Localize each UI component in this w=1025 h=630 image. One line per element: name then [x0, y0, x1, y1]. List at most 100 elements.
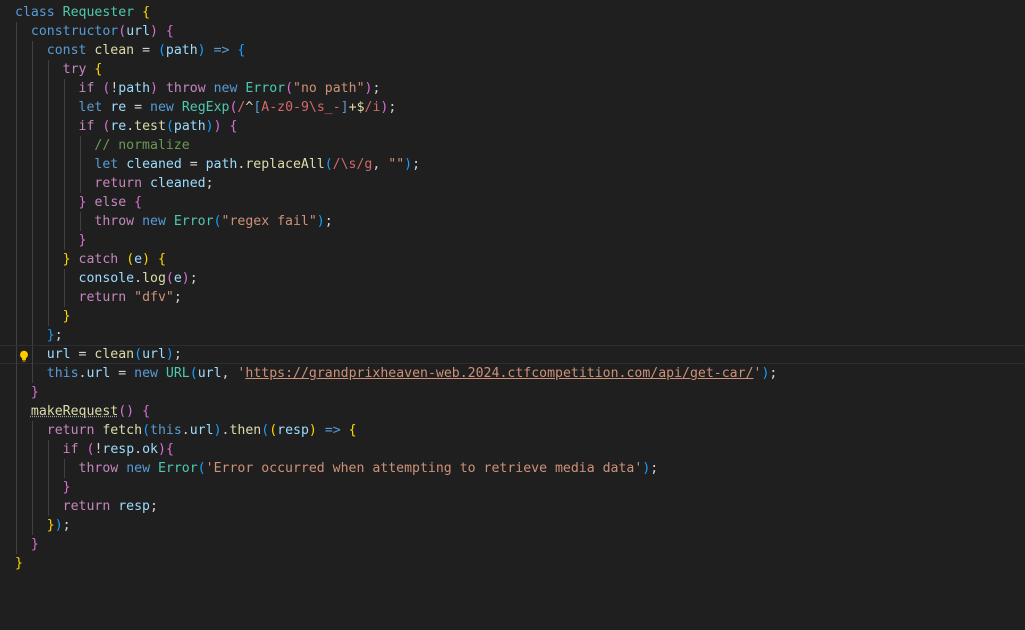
line-code: this.url = new URL(url, 'https://grandpr…	[15, 364, 778, 383]
line-code: if (!resp.ok){	[15, 440, 174, 459]
code-token: then	[229, 423, 262, 438]
line-code: }	[15, 383, 39, 402]
code-line[interactable]: return "dfv";	[0, 288, 1025, 307]
code-token: e	[134, 252, 143, 267]
line-code: throw new Error('Error occurred when att…	[15, 459, 659, 478]
code-line[interactable]: url = clean(url);	[0, 345, 1025, 365]
code-token: if	[78, 119, 95, 134]
code-token: =>	[213, 43, 230, 58]
lightbulb-icon[interactable]	[17, 349, 31, 363]
code-token: throw	[78, 461, 119, 476]
code-token: clean	[94, 43, 135, 58]
code-token: =	[134, 43, 158, 58]
code-token: URL	[165, 366, 190, 381]
code-line[interactable]: class Requester {	[0, 3, 1025, 22]
code-token: (	[324, 157, 333, 172]
code-line[interactable]: if (!resp.ok){	[0, 440, 1025, 459]
code-token: .	[134, 271, 143, 286]
code-line[interactable]: return resp;	[0, 497, 1025, 516]
code-line[interactable]: return fetch(this.url).then((resp) => {	[0, 421, 1025, 440]
code-token: (	[261, 423, 270, 438]
code-line[interactable]: if (re.test(path)) {	[0, 117, 1025, 136]
code-token: fetch	[102, 423, 143, 438]
code-line[interactable]: makeRequest() {	[0, 402, 1025, 421]
code-token: ""	[388, 157, 405, 172]
code-token: A-z0-9\s_-	[261, 100, 341, 115]
code-token: const	[46, 43, 87, 58]
line-code: let cleaned = path.replaceAll(/\s/g, "")…	[15, 155, 420, 174]
code-token: if	[78, 81, 95, 96]
code-token: try	[62, 62, 87, 77]
code-line[interactable]: }	[0, 383, 1025, 402]
code-line[interactable]: constructor(url) {	[0, 22, 1025, 41]
code-token: makeRequest	[30, 404, 119, 419]
code-token: }	[62, 480, 71, 495]
code-line[interactable]: let re = new RegExp(/^[A-z0-9\s_-]+$/i);	[0, 98, 1025, 117]
line-code: throw new Error("regex fail");	[15, 212, 332, 231]
code-line[interactable]: }	[0, 231, 1025, 250]
code-token: .	[181, 423, 190, 438]
code-token: path	[173, 119, 206, 134]
code-line[interactable]: };	[0, 326, 1025, 345]
code-token: throw	[94, 214, 135, 229]
code-token: (	[285, 81, 294, 96]
code-token: cleaned	[150, 176, 206, 191]
code-token: ;	[650, 461, 659, 476]
code-token: ;	[173, 347, 182, 362]
code-token: {	[142, 404, 151, 419]
code-line[interactable]: } catch (e) {	[0, 250, 1025, 269]
code-token: ;	[62, 518, 71, 533]
code-line[interactable]: if (!path) throw new Error("no path");	[0, 79, 1025, 98]
code-line[interactable]: let cleaned = path.replaceAll(/\s/g, "")…	[0, 155, 1025, 174]
line-code: if (re.test(path)) {	[15, 117, 238, 136]
code-line[interactable]: const clean = (path) => {	[0, 41, 1025, 60]
line-code: makeRequest() {	[15, 402, 150, 421]
code-line[interactable]: throw new Error("regex fail");	[0, 212, 1025, 231]
code-line[interactable]: return cleaned;	[0, 174, 1025, 193]
code-line[interactable]: // normalize	[0, 136, 1025, 155]
line-code: }	[15, 478, 71, 497]
code-line[interactable]: }	[0, 307, 1025, 326]
code-line[interactable]: try {	[0, 60, 1025, 79]
code-token: (	[269, 423, 278, 438]
code-line[interactable]: }	[0, 535, 1025, 554]
code-token: (	[165, 271, 174, 286]
code-token: )	[54, 518, 63, 533]
code-line[interactable]: } else {	[0, 193, 1025, 212]
code-token: }	[78, 233, 87, 248]
code-line[interactable]: this.url = new URL(url, 'https://grandpr…	[0, 364, 1025, 383]
line-code: };	[15, 326, 63, 345]
code-token: (	[157, 43, 166, 58]
code-token: "dfv"	[134, 290, 174, 305]
code-token: ;	[388, 100, 397, 115]
code-token: let	[78, 100, 103, 115]
code-token: path	[165, 43, 198, 58]
code-editor[interactable]: class Requester { constructor(url) { con…	[0, 0, 1025, 630]
code-line[interactable]: throw new Error('Error occurred when att…	[0, 459, 1025, 478]
code-token: ,	[221, 366, 238, 381]
code-line[interactable]: }	[0, 554, 1025, 573]
code-token: )	[316, 214, 325, 229]
code-token: else	[94, 195, 127, 210]
code-token: )	[213, 423, 222, 438]
code-line[interactable]: console.log(e);	[0, 269, 1025, 288]
code-token: .	[126, 119, 135, 134]
line-code: } catch (e) {	[15, 250, 166, 269]
code-token: url	[197, 366, 222, 381]
code-token: re	[110, 119, 127, 134]
line-code: return "dfv";	[15, 288, 182, 307]
code-token: (	[197, 461, 206, 476]
code-line[interactable]: });	[0, 516, 1025, 535]
code-token: )	[197, 43, 206, 58]
code-token: ;	[412, 157, 421, 172]
code-line[interactable]: }	[0, 478, 1025, 497]
code-token: (	[213, 214, 222, 229]
